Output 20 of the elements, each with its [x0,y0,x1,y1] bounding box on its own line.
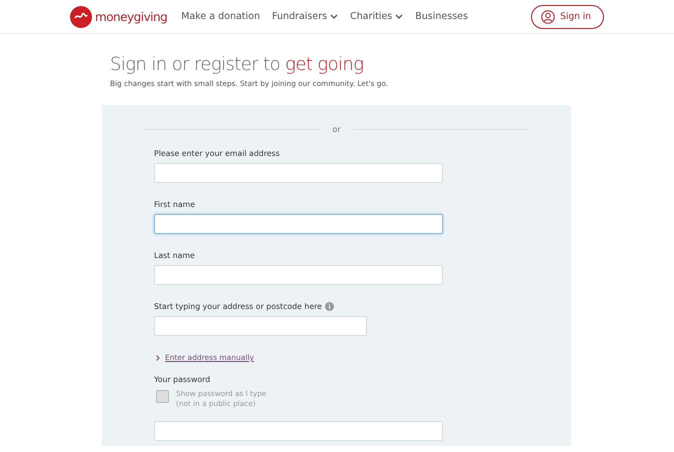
sign-in-button[interactable]: Sign in [531,4,604,28]
input-field[interactable] [154,316,367,336]
page-title: Sign in or register to get going [110,54,364,75]
password-field[interactable] [154,421,443,441]
nav-link[interactable]: Businesses [415,11,468,22]
nav-link[interactable]: Make a donation [181,11,260,22]
logo-icon [70,6,92,28]
checkbox[interactable] [156,390,169,403]
user-icon [541,10,556,24]
nav-link[interactable]: Fundraisers [272,11,338,22]
or-divider-text: or [332,125,341,134]
input-field[interactable] [154,265,443,285]
info-icon [324,302,334,311]
input-field[interactable] [154,214,443,234]
brand-name: moneygiving [95,10,168,24]
input-field[interactable] [154,163,443,183]
chevron-icon [330,14,338,20]
chevron-icon [395,14,404,20]
chevron-icon [156,354,160,360]
nav-link[interactable]: Charities [350,11,404,22]
